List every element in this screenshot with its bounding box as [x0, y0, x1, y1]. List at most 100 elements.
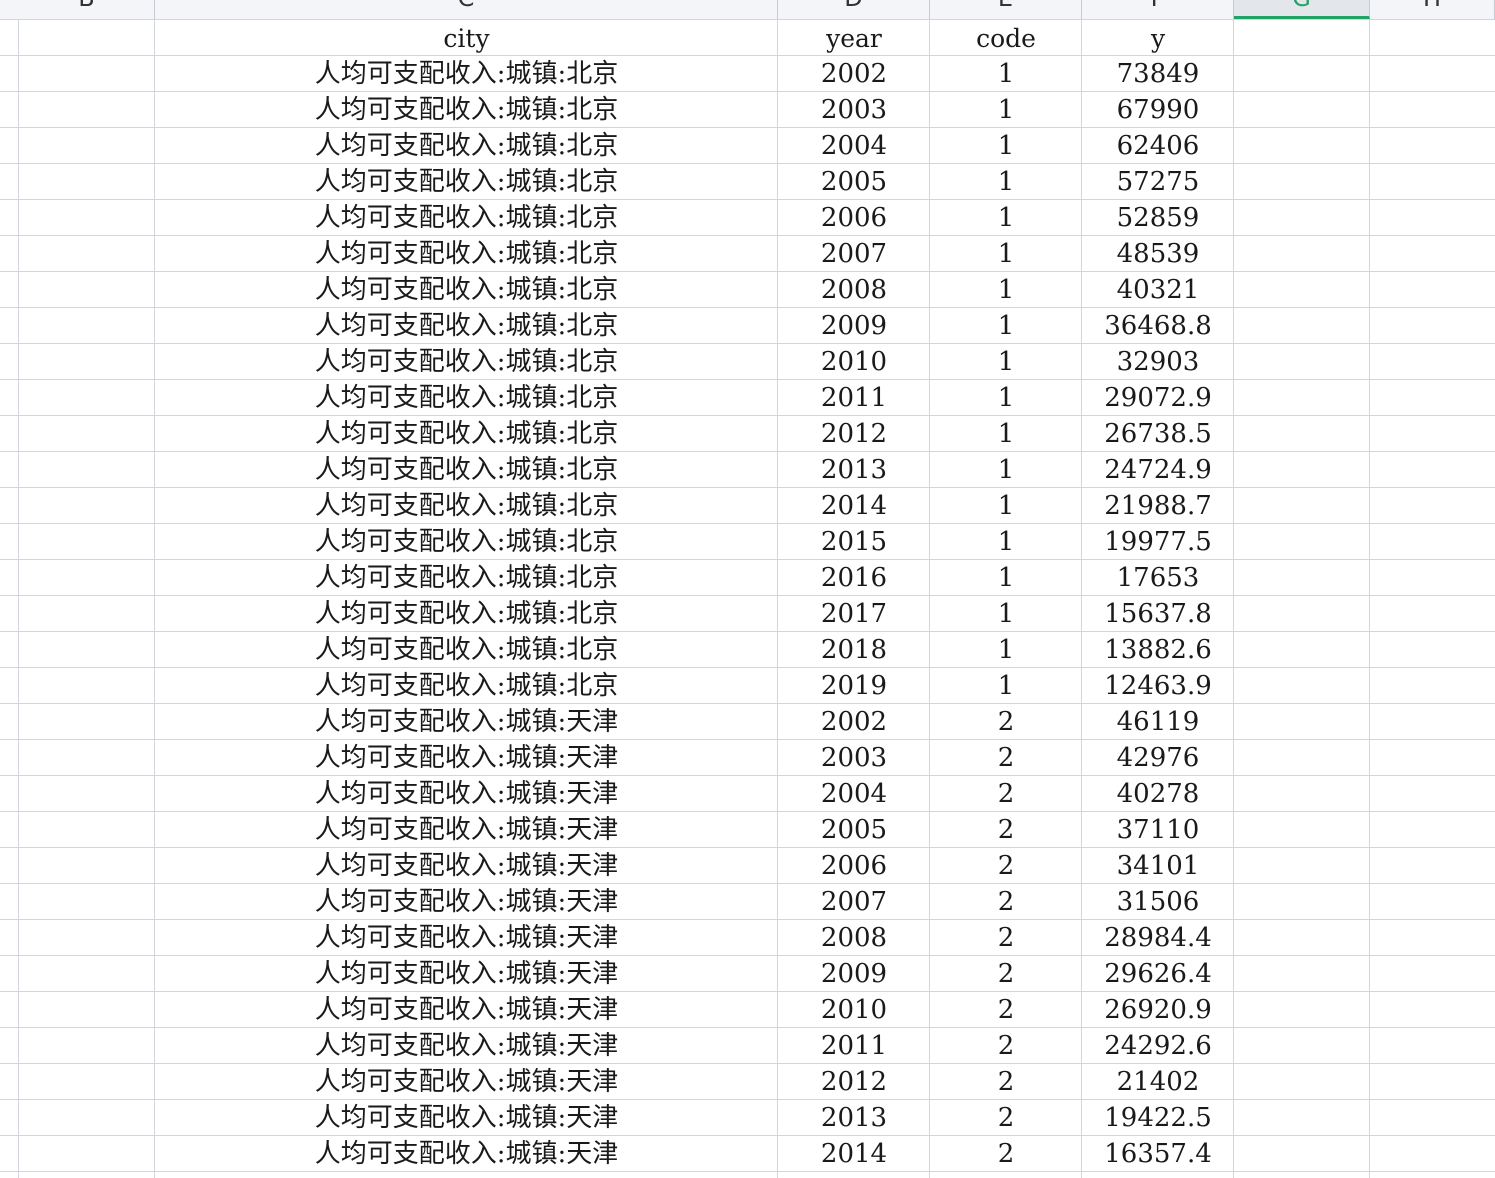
cell-city[interactable]: 人均可支配收入:城镇:北京: [155, 235, 778, 271]
cell-code[interactable]: 1: [930, 343, 1082, 379]
cell-year[interactable]: 2004: [778, 775, 930, 811]
cell-code[interactable]: 1: [930, 163, 1082, 199]
cell-year[interactable]: 2014: [778, 487, 930, 523]
column-header-g[interactable]: G: [1234, 0, 1370, 19]
cell-y[interactable]: 37110: [1082, 811, 1234, 847]
cell-city[interactable]: 人均可支配收入:城镇:天津: [155, 739, 778, 775]
cell-year[interactable]: 2011: [778, 379, 930, 415]
cell-city[interactable]: 人均可支配收入:城镇:北京: [155, 559, 778, 595]
cell-year[interactable]: 2011: [778, 1027, 930, 1063]
header-cell-code[interactable]: code: [930, 20, 1082, 56]
cell-code[interactable]: 1: [930, 235, 1082, 271]
cell-code[interactable]: 1: [930, 451, 1082, 487]
cell-city[interactable]: 人均可支配收入:城镇:北京: [155, 379, 778, 415]
cell-year[interactable]: 2002: [778, 703, 930, 739]
cell-city[interactable]: 人均可支配收入:城镇:北京: [155, 595, 778, 631]
cell-y[interactable]: 12463.9: [1082, 667, 1234, 703]
cell-city[interactable]: 人均可支配收入:城镇:天津: [155, 775, 778, 811]
column-header-d[interactable]: D: [778, 0, 930, 19]
cell-code[interactable]: 1: [930, 487, 1082, 523]
cell-year[interactable]: 2012: [778, 415, 930, 451]
cell-year[interactable]: 2004: [778, 127, 930, 163]
cell-year[interactable]: 2019: [778, 667, 930, 703]
cell-y[interactable]: 21402: [1082, 1063, 1234, 1099]
cell-city[interactable]: 人均可支配收入:城镇:北京: [155, 163, 778, 199]
cell-code[interactable]: 1: [930, 379, 1082, 415]
cell-y[interactable]: 15637.8: [1082, 595, 1234, 631]
cell-year[interactable]: 2008: [778, 919, 930, 955]
cell-code[interactable]: 1: [930, 127, 1082, 163]
cell-year[interactable]: 2005: [778, 811, 930, 847]
cell-year[interactable]: 2006: [778, 199, 930, 235]
cell-city[interactable]: 人均可支配收入:城镇:天津: [155, 919, 778, 955]
column-header-f[interactable]: F: [1082, 0, 1234, 19]
cell-code[interactable]: 2: [930, 1099, 1082, 1135]
cell-code[interactable]: 1: [930, 667, 1082, 703]
cell-y[interactable]: 26920.9: [1082, 991, 1234, 1027]
cell-city[interactable]: 人均可支配收入:城镇:北京: [155, 451, 778, 487]
cell-year[interactable]: 2016: [778, 559, 930, 595]
cell-y[interactable]: 16357.4: [1082, 1135, 1234, 1171]
cell-y[interactable]: 28984.4: [1082, 919, 1234, 955]
cell-year[interactable]: 2009: [778, 307, 930, 343]
cell-code[interactable]: 2: [930, 775, 1082, 811]
cell-year[interactable]: 2003: [778, 739, 930, 775]
cell-code[interactable]: 1: [930, 595, 1082, 631]
cell-city[interactable]: 人均可支配收入:城镇:天津: [155, 703, 778, 739]
column-header-c[interactable]: C: [155, 0, 778, 19]
cell-year[interactable]: 2007: [778, 235, 930, 271]
cell-y[interactable]: 13882.6: [1082, 631, 1234, 667]
cell-year[interactable]: 2008: [778, 271, 930, 307]
cell-code[interactable]: 2: [930, 811, 1082, 847]
cell-y[interactable]: 34101: [1082, 847, 1234, 883]
cell-y[interactable]: 24724.9: [1082, 451, 1234, 487]
cell-y[interactable]: 52859: [1082, 199, 1234, 235]
cell-code[interactable]: 2: [930, 847, 1082, 883]
column-header-e[interactable]: E: [930, 0, 1082, 19]
cell-city[interactable]: 人均可支配收入:城镇:北京: [155, 91, 778, 127]
cell-year[interactable]: 2010: [778, 991, 930, 1027]
cell-code[interactable]: 1: [930, 523, 1082, 559]
cell-code[interactable]: 2: [930, 1063, 1082, 1099]
cell-year[interactable]: 2015: [778, 523, 930, 559]
cell-code[interactable]: 1: [930, 199, 1082, 235]
cell-code[interactable]: 1: [930, 631, 1082, 667]
cell-code[interactable]: 2: [930, 919, 1082, 955]
cell-city[interactable]: 人均可支配收入:城镇:北京: [155, 271, 778, 307]
cell-y[interactable]: 73849: [1082, 55, 1234, 91]
header-cell-city[interactable]: city: [155, 20, 778, 56]
cell-y[interactable]: 29072.9: [1082, 379, 1234, 415]
cell-year[interactable]: 2014: [778, 1135, 930, 1171]
cell-y[interactable]: 46119: [1082, 703, 1234, 739]
cell-city[interactable]: 人均可支配收入:城镇:天津: [155, 991, 778, 1027]
column-header-h[interactable]: H: [1370, 0, 1495, 19]
cell-code[interactable]: 1: [930, 307, 1082, 343]
cell-city[interactable]: 人均可支配收入:城镇:天津: [155, 1063, 778, 1099]
cell-code[interactable]: 2: [930, 1135, 1082, 1171]
cell-city[interactable]: 人均可支配收入:城镇:北京: [155, 199, 778, 235]
cell-y[interactable]: 48539: [1082, 235, 1234, 271]
cell-year[interactable]: 2003: [778, 91, 930, 127]
cell-code[interactable]: 1: [930, 55, 1082, 91]
cell-y[interactable]: 19422.5: [1082, 1099, 1234, 1135]
cell-city[interactable]: 人均可支配收入:城镇:天津: [155, 955, 778, 991]
cell-year[interactable]: 2005: [778, 163, 930, 199]
cell-year[interactable]: 2002: [778, 55, 930, 91]
cell-code[interactable]: 2: [930, 991, 1082, 1027]
cell-code[interactable]: 2: [930, 883, 1082, 919]
cell-year[interactable]: 2007: [778, 883, 930, 919]
cell-city[interactable]: 人均可支配收入:城镇:天津: [155, 1027, 778, 1063]
cell-code[interactable]: 1: [930, 415, 1082, 451]
cell-year[interactable]: 2013: [778, 1099, 930, 1135]
cell-y[interactable]: 32903: [1082, 343, 1234, 379]
cell-code[interactable]: 2: [930, 703, 1082, 739]
cell-year[interactable]: 2018: [778, 631, 930, 667]
header-cell-y[interactable]: y: [1082, 20, 1234, 56]
cell-code[interactable]: 1: [930, 559, 1082, 595]
cell-city[interactable]: 人均可支配收入:城镇:天津: [155, 847, 778, 883]
cell-city[interactable]: 人均可支配收入:城镇:天津: [155, 1135, 778, 1171]
cell-code[interactable]: 1: [930, 271, 1082, 307]
cell-y[interactable]: 40278: [1082, 775, 1234, 811]
cell-y[interactable]: 29626.4: [1082, 955, 1234, 991]
cell-city[interactable]: 人均可支配收入:城镇:北京: [155, 667, 778, 703]
